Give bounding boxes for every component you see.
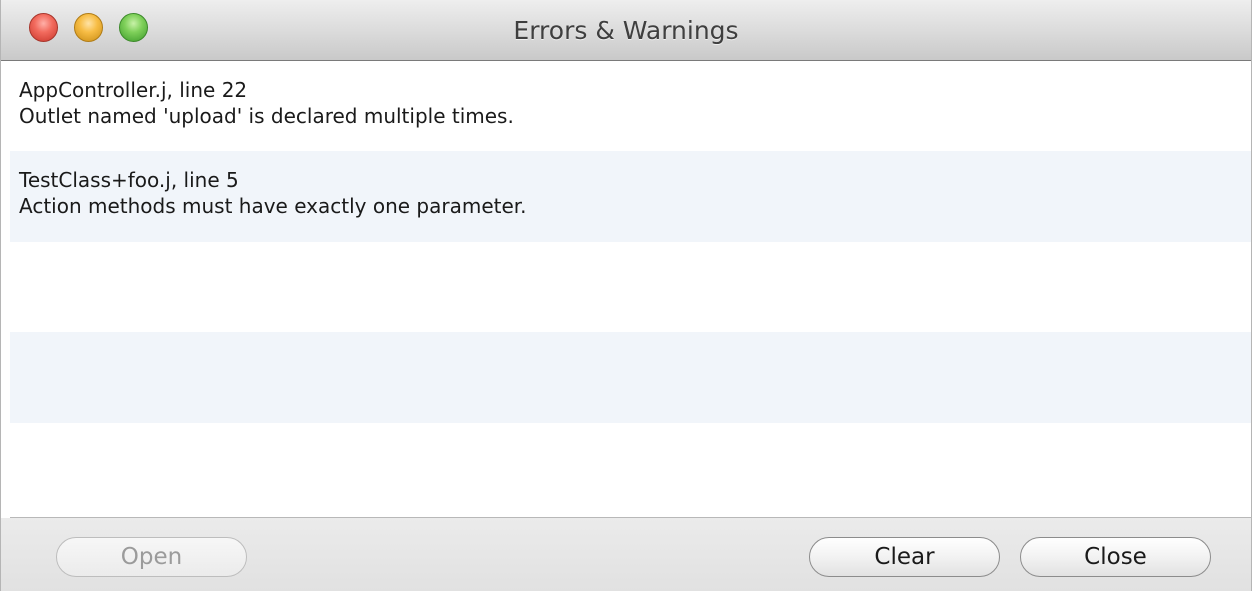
empty-row bbox=[10, 423, 1251, 514]
clear-button[interactable]: Clear bbox=[809, 537, 1000, 577]
issue-message: Outlet named 'upload' is declared multip… bbox=[19, 104, 514, 128]
issue-file-location: TestClass+foo.j, line 5 bbox=[19, 168, 239, 192]
title-bar[interactable]: Errors & Warnings bbox=[1, 0, 1251, 61]
issue-row[interactable]: TestClass+foo.j, line 5 Action methods m… bbox=[10, 151, 1251, 242]
issue-row[interactable]: AppController.j, line 22 Outlet named 'u… bbox=[10, 61, 1251, 152]
open-button[interactable]: Open bbox=[56, 537, 247, 577]
issue-message: Action methods must have exactly one par… bbox=[19, 194, 527, 218]
empty-row bbox=[10, 332, 1251, 423]
button-bar: Open Clear Close bbox=[1, 518, 1251, 591]
close-button[interactable]: Close bbox=[1020, 537, 1211, 577]
issues-list[interactable]: AppController.j, line 22 Outlet named 'u… bbox=[10, 61, 1251, 517]
window-title: Errors & Warnings bbox=[513, 16, 739, 45]
issue-file-location: AppController.j, line 22 bbox=[19, 78, 248, 102]
empty-row bbox=[10, 242, 1251, 333]
errors-warnings-window: Errors & Warnings AppController.j, line … bbox=[0, 0, 1252, 591]
